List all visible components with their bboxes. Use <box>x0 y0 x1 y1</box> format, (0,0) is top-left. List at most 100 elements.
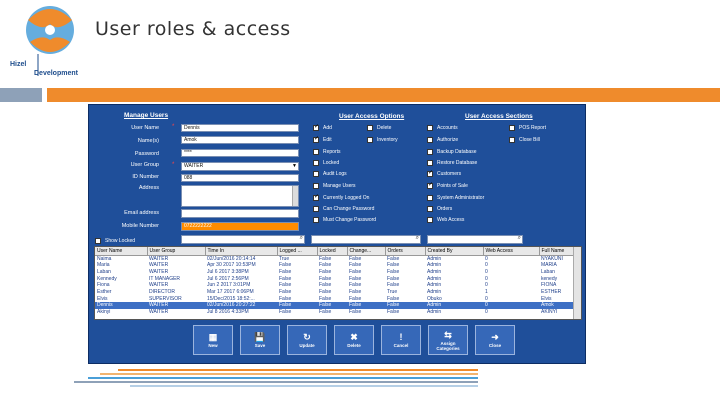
search-input[interactable]: ⌕ <box>181 235 305 244</box>
close-button[interactable]: ➜ Close <box>475 325 515 355</box>
table-row[interactable]: Naima WAITER 02/Jun/2016 20:14:14 True False… <box>95 255 575 262</box>
checkbox-delete[interactable]: Delete <box>367 125 391 131</box>
checkbox-empty-icon[interactable] <box>427 160 433 166</box>
id-number-field[interactable]: 088 <box>181 174 299 182</box>
column-header[interactable]: Created By <box>425 247 484 256</box>
table-row[interactable]: Kennedy IT MANAGER Jul 6 2017 2:56PM False F… <box>95 276 575 283</box>
column-header[interactable]: Web Access <box>483 247 540 256</box>
column-header[interactable]: Full Name <box>539 247 576 256</box>
address-textarea[interactable] <box>181 185 299 207</box>
manage-users-window: Manage Users User Access Options User Ac… <box>88 104 586 364</box>
table-cell: Dennis <box>95 302 147 310</box>
checkbox-accounts[interactable]: Accounts <box>427 125 458 131</box>
cancel-button[interactable]: ! Cancel <box>381 325 421 355</box>
email-field[interactable] <box>181 209 299 218</box>
column-header[interactable]: Change... <box>347 247 386 256</box>
checkbox-empty-icon[interactable] <box>427 137 433 143</box>
checkbox-system-administrator[interactable]: System Administrator <box>427 195 484 201</box>
column-header[interactable]: User Name <box>95 247 148 256</box>
checkbox-empty-icon[interactable] <box>427 217 433 223</box>
checkbox-label: Currently Logged On <box>323 195 370 201</box>
checkbox-empty-icon[interactable] <box>367 137 373 143</box>
checkbox-authorize[interactable]: Authorize <box>427 137 458 143</box>
checkbox-edit[interactable]: Edit <box>313 135 332 143</box>
grid-scrollbar[interactable] <box>573 247 581 319</box>
button-label: Update <box>299 343 315 348</box>
checkbox-checked-icon[interactable] <box>313 135 319 143</box>
checkbox-checked-icon[interactable] <box>313 193 319 201</box>
save-button[interactable]: 💾 Save <box>240 325 280 355</box>
search-input[interactable]: ⌕ <box>311 235 421 244</box>
checkbox-show-locked[interactable]: Show Locked <box>95 238 135 244</box>
checkbox-empty-icon[interactable] <box>313 171 319 177</box>
table-cell: True <box>279 255 290 262</box>
table-cell: False <box>349 309 362 316</box>
checkbox-label: Delete <box>377 125 392 131</box>
search-icon[interactable]: ⌕ <box>300 235 303 242</box>
floppy-disk-icon: 💾 <box>254 332 266 342</box>
checkbox-empty-icon[interactable] <box>367 125 373 131</box>
checkbox-checked-icon[interactable] <box>313 123 319 131</box>
checkbox-reports[interactable]: Reports <box>313 149 341 155</box>
checkbox-close-bill[interactable]: Close Bill <box>509 137 540 143</box>
column-header[interactable]: Locked <box>317 247 348 256</box>
table-row[interactable]: Maria WAITER Apr 30 2017 10:53PM False False… <box>95 262 575 269</box>
checkbox-audit-logs[interactable]: Audit Logs <box>313 171 347 177</box>
checkbox-web-access[interactable]: Web Access <box>427 217 464 223</box>
table-row[interactable]: Akinyi WAITER Jul 8 2016 4:33PM False False F… <box>95 309 575 316</box>
user-group-select[interactable]: WAITER ▼ <box>181 162 299 171</box>
checkbox-inventory[interactable]: Inventory <box>367 137 398 143</box>
checkbox-empty-icon[interactable] <box>313 183 319 189</box>
checkbox-empty-icon[interactable] <box>313 217 319 223</box>
checkbox-checked-icon[interactable] <box>427 169 433 177</box>
checkbox-orders[interactable]: Orders <box>427 206 452 212</box>
checkbox-customers[interactable]: Customers <box>427 169 461 177</box>
checkbox-empty-icon[interactable] <box>313 160 319 166</box>
checkbox-manage-users[interactable]: Manage Users <box>313 183 356 189</box>
checkbox-empty-icon[interactable] <box>313 149 319 155</box>
names-field[interactable]: Amok <box>181 136 299 144</box>
checkbox-must-change-password[interactable]: Must Change Password <box>313 217 376 223</box>
checkbox-checked-icon[interactable] <box>427 181 433 189</box>
search-icon[interactable]: ⌕ <box>416 235 419 242</box>
checkbox-locked[interactable]: Locked <box>313 160 339 166</box>
delete-button[interactable]: ✖ Delete <box>334 325 374 355</box>
column-header[interactable]: Orders <box>385 247 426 256</box>
table-row[interactable]: Elvis SUPERVISOR 15/Dec/2015 18:52:... Fals… <box>95 296 575 303</box>
column-header[interactable]: Logged ... <box>277 247 318 256</box>
user-group-value: WAITER <box>184 163 204 169</box>
search-input[interactable]: ⌕ <box>427 235 523 244</box>
checkbox-restore-database[interactable]: Restore Database <box>427 160 477 166</box>
update-button[interactable]: ↻ Update <box>287 325 327 355</box>
checkbox-empty-icon[interactable] <box>95 238 101 244</box>
checkbox-points-of-sale[interactable]: Points of Sale <box>427 181 468 189</box>
checkbox-pos-report[interactable]: POS Report <box>509 125 546 131</box>
table-row[interactable]: Esther DIRECTOR Mar 17 2017 6:06PM False Fal… <box>95 289 575 296</box>
column-header[interactable]: User Group <box>147 247 206 256</box>
password-field[interactable]: **** <box>181 149 299 157</box>
checkbox-empty-icon[interactable] <box>509 125 515 131</box>
checkbox-add[interactable]: Add <box>313 123 332 131</box>
username-field[interactable]: Dennis <box>181 124 299 132</box>
checkbox-empty-icon[interactable] <box>427 125 433 131</box>
new-button[interactable]: ▦ New <box>193 325 233 355</box>
table-row[interactable]: Laban WAITER Jul 6 2017 3:38PM False False Fa… <box>95 269 575 276</box>
checkbox-currently-logged-on[interactable]: Currently Logged On <box>313 193 370 201</box>
checkbox-can-change-password[interactable]: Can Change Password <box>313 206 374 212</box>
checkbox-empty-icon[interactable] <box>509 137 515 143</box>
checkbox-empty-icon[interactable] <box>427 206 433 212</box>
table-row[interactable]: Fiona WAITER Jun 2 2017 3:01PM False False Fa… <box>95 282 575 289</box>
names-label: Name(s) <box>137 138 159 144</box>
mobile-number-field[interactable]: 0722222222 <box>181 222 299 231</box>
username-label: User Name <box>131 125 159 131</box>
address-scrollbar[interactable] <box>292 186 298 206</box>
chevron-down-icon[interactable]: ▼ <box>292 163 297 170</box>
checkbox-backup-database[interactable]: Backup Database <box>427 149 476 155</box>
checkbox-empty-icon[interactable] <box>313 206 319 212</box>
column-header[interactable]: Time In <box>205 247 278 256</box>
table-row[interactable]: Dennis WAITER 02/Jun/2016 20:27:22 False Fal… <box>95 302 575 310</box>
assign-categories-button[interactable]: ⇆ Assign Categories <box>428 325 468 355</box>
search-icon[interactable]: ⌕ <box>518 235 521 242</box>
checkbox-empty-icon[interactable] <box>427 195 433 201</box>
checkbox-empty-icon[interactable] <box>427 149 433 155</box>
